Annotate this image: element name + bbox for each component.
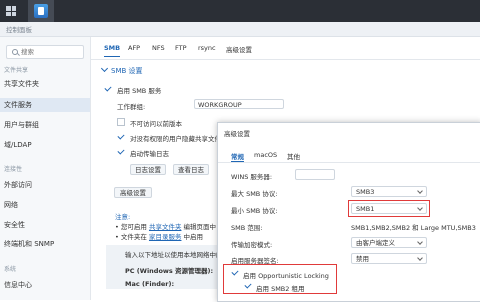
smb-section-header[interactable]: SMB 设置 bbox=[100, 64, 143, 76]
sidebar-item-info-center[interactable]: 信息中心 bbox=[0, 278, 90, 292]
sidebar-group-file-sharing: 文件共享 bbox=[4, 67, 29, 74]
max-smb-value: SMB3 bbox=[356, 188, 375, 196]
tab-nfs[interactable]: NFS bbox=[152, 44, 165, 52]
enable-smb-label: 启用 SMB 服务 bbox=[117, 87, 162, 95]
enable-log-checkbox[interactable] bbox=[117, 148, 125, 156]
dialog-tab-macos[interactable]: macOS bbox=[254, 151, 277, 159]
transport-encryption-label: 传输加密模式: bbox=[231, 241, 273, 249]
note-line-1-suffix: 编辑页面中 bbox=[181, 223, 217, 231]
max-smb-select[interactable]: SMB3 bbox=[351, 186, 427, 197]
min-smb-label: 最小 SMB 协议: bbox=[231, 207, 278, 215]
wins-server-label: WINS 服务器: bbox=[231, 173, 273, 181]
transport-encryption-select[interactable]: 由客户端定义 bbox=[351, 237, 427, 248]
tab-advanced[interactable]: 高级设置 bbox=[226, 44, 252, 54]
enable-smb-checkbox[interactable] bbox=[104, 85, 112, 93]
search-input[interactable] bbox=[21, 47, 79, 56]
note-line-2-text: • 文件夹在 bbox=[115, 233, 149, 241]
dialog-tab-other[interactable]: 其他 bbox=[287, 151, 300, 161]
note-line-2: • 文件夹在 家目录服务 中启用 bbox=[115, 231, 203, 241]
address-info-text: 输入以下地址以使用本地网络中的 bbox=[125, 251, 223, 259]
workgroup-input[interactable]: WORKGROUP bbox=[194, 99, 284, 109]
sidebar-item-external-access[interactable]: 外部访问 bbox=[0, 178, 90, 192]
sidebar-item-users-groups[interactable]: 用户与群组 bbox=[0, 118, 90, 132]
pc-address-label: PC (Windows 资源管理器): bbox=[125, 267, 214, 275]
hide-shared-folders-label: 对没有权限的用户隐藏共享文件夹 bbox=[130, 135, 228, 143]
sidebar-item-file-services[interactable]: 文件服务 bbox=[0, 98, 90, 112]
note-line-1-text: • 您可启用 bbox=[115, 223, 149, 231]
note-line-2-suffix: 中启用 bbox=[181, 233, 204, 241]
service-tabs: SMB AFP NFS FTP rsync 高级设置 bbox=[91, 37, 480, 60]
dialog-tab-general[interactable]: 常规 bbox=[231, 151, 244, 162]
shared-folder-link[interactable]: 共享文件夹 bbox=[149, 223, 182, 231]
server-signing-select[interactable]: 禁用 bbox=[351, 253, 427, 264]
tab-ftp[interactable]: FTP bbox=[175, 44, 187, 52]
home-service-link[interactable]: 家目录服务 bbox=[149, 233, 182, 241]
sidebar-item-terminal-snmp[interactable]: 终端机和 SNMP bbox=[0, 237, 90, 251]
sidebar-search[interactable] bbox=[6, 45, 84, 59]
sidebar-item-domain-ldap[interactable]: 域/LDAP bbox=[0, 138, 90, 152]
dialog-tabs: 常规 macOS 其他 bbox=[218, 147, 480, 163]
taskbar bbox=[0, 0, 480, 22]
hide-previous-versions-checkbox[interactable] bbox=[117, 118, 125, 126]
control-panel-app-tab[interactable] bbox=[28, 0, 54, 22]
note-title: 注意: bbox=[115, 213, 131, 221]
hide-previous-versions-label: 不可访问以前版本 bbox=[130, 120, 182, 128]
dialog-title: 高级设置 bbox=[224, 130, 250, 138]
sidebar-group-system: 系统 bbox=[4, 266, 17, 273]
enable-log-label: 启动传输日志 bbox=[130, 150, 169, 158]
smb-range-value: SMB1,SMB2,SMB2 和 Large MTU,SMB3 bbox=[351, 224, 476, 232]
smb2-lease-label: 启用 SMB2 租用 bbox=[256, 285, 305, 293]
tab-smb[interactable]: SMB bbox=[104, 44, 121, 57]
oplock-label: 启用 Opportunistic Locking bbox=[243, 272, 329, 280]
mac-address-label: Mac (Finder): bbox=[125, 280, 175, 288]
section-title: SMB 设置 bbox=[111, 67, 143, 75]
oplock-checkbox[interactable] bbox=[231, 269, 239, 277]
max-smb-label: 最大 SMB 协议: bbox=[231, 190, 278, 198]
window-titlebar: 控制面板 bbox=[0, 22, 480, 37]
log-settings-button[interactable]: 日志设置 bbox=[130, 164, 166, 175]
smb2-lease-checkbox[interactable] bbox=[244, 282, 252, 290]
chevron-down-icon bbox=[417, 239, 423, 245]
chevron-down-icon bbox=[100, 64, 109, 73]
tab-rsync[interactable]: rsync bbox=[198, 44, 216, 52]
smb-range-label: SMB 范围: bbox=[231, 224, 263, 232]
wins-server-input[interactable] bbox=[295, 169, 335, 180]
advanced-settings-dialog: 高级设置 常规 macOS 其他 WINS 服务器: 最大 SMB 协议: SM… bbox=[217, 122, 480, 302]
sidebar-item-shared-folder[interactable]: 共享文件夹 bbox=[0, 77, 90, 91]
search-icon bbox=[12, 49, 18, 55]
hide-shared-folders-checkbox[interactable] bbox=[117, 133, 125, 141]
sidebar-item-security[interactable]: 安全性 bbox=[0, 218, 90, 232]
note-line-1: • 您可启用 共享文件夹 编辑页面中 bbox=[115, 221, 216, 231]
sidebar-group-connectivity: 连接性 bbox=[4, 166, 23, 173]
chevron-down-icon bbox=[417, 188, 423, 194]
window-title: 控制面板 bbox=[6, 26, 32, 34]
control-panel-icon bbox=[34, 4, 48, 18]
advanced-settings-button[interactable]: 高级设置 bbox=[114, 187, 152, 198]
server-signing-value: 禁用 bbox=[356, 255, 369, 263]
view-log-button[interactable]: 查看日志 bbox=[173, 164, 209, 175]
chevron-down-icon bbox=[417, 255, 423, 261]
transport-encryption-value: 由客户端定义 bbox=[356, 239, 395, 247]
main-menu-icon[interactable] bbox=[6, 6, 16, 16]
tab-afp[interactable]: AFP bbox=[128, 44, 140, 52]
min-smb-highlight bbox=[348, 200, 430, 217]
sidebar-item-network[interactable]: 网络 bbox=[0, 198, 90, 212]
sidebar: 文件共享 共享文件夹 文件服务 用户与群组 域/LDAP 连接性 外部访问 网络… bbox=[0, 37, 91, 300]
workgroup-label: 工作群组: bbox=[117, 103, 146, 111]
